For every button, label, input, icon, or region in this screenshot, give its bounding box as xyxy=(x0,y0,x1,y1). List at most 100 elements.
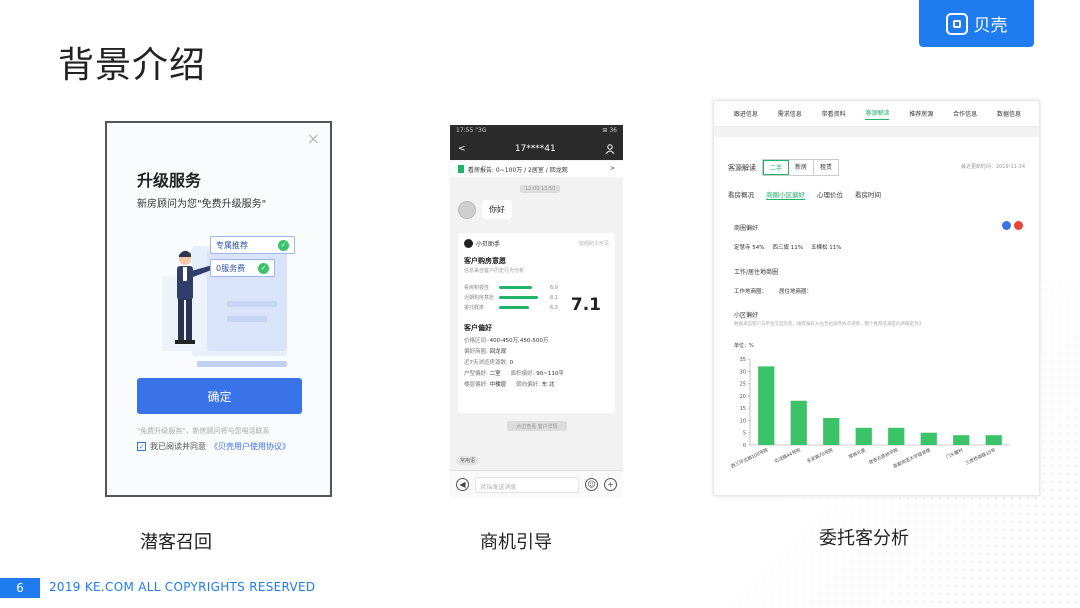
x-tick-label: 西三环北路100号院 xyxy=(730,446,770,469)
person-icon[interactable] xyxy=(605,144,615,154)
analysis-subtab[interactable]: 看房概况 xyxy=(728,189,754,200)
back-icon[interactable]: < xyxy=(458,144,466,154)
pref-title: 客户偏好 xyxy=(464,324,492,332)
chart-bar xyxy=(758,366,775,445)
chevron-right-icon: > xyxy=(609,165,615,172)
metric-value: 6.9 xyxy=(550,284,558,291)
house-report-bar[interactable]: 看房报告: 0~100万 / 2居室 / 回龙观 > xyxy=(450,161,623,177)
segment-option[interactable]: 二手 xyxy=(763,160,790,175)
work-title: 工作/居住地商圈 xyxy=(734,269,779,276)
chart-unit: 单位：% xyxy=(734,343,754,349)
upgrade-service-dialog: × 升级服务 新房顾问为您"免费升级服务" 专属推荐 ✓ 0服务费 ✓ 确定 "… xyxy=(105,121,332,497)
x-tick-label: 翠微北里 xyxy=(847,446,867,460)
chart-bar xyxy=(855,427,872,445)
analysis-tab[interactable]: 数据信息 xyxy=(997,109,1021,118)
analysis-subtab[interactable]: 看房时间 xyxy=(855,189,881,200)
status-time: 17:55 "3G xyxy=(456,127,487,134)
segment-option[interactable]: 新房 xyxy=(789,160,815,175)
analysis-tab[interactable]: 跟进信息 xyxy=(734,109,758,118)
community-pref-title: 小区偏好 xyxy=(734,312,759,319)
metric-value: 8.1 xyxy=(550,294,558,301)
assistant-card: 小贝助手 仅经纪人可见 客户购房意愿 信息来自客户历史行为分析 看房积极性 6.9… xyxy=(458,233,615,413)
document-icon xyxy=(458,165,464,173)
status-right: ⊞ 36 xyxy=(602,127,617,134)
beike-logo-icon xyxy=(945,12,968,35)
biz-pref-title: 商圈偏好 xyxy=(734,225,759,232)
pref-list: 价格区间: 400-450万,450-500万 偏好商圈: 回龙观 近7天浏览房源数… xyxy=(464,336,609,388)
chart-bar xyxy=(953,435,970,445)
updated-time: 最近更新时间：2019-11-14 xyxy=(960,164,1025,170)
caption-potential-recall: 潜客召回 xyxy=(140,532,212,553)
analysis-tab[interactable]: 带看资料 xyxy=(822,109,846,118)
y-tick-label: 25 xyxy=(740,382,746,388)
assistant-icon xyxy=(464,239,473,248)
pref-value: 回龙观 xyxy=(489,349,507,355)
chart-bar xyxy=(790,400,807,445)
x-tick-label: 北洼路44号院 xyxy=(773,446,802,464)
pref-label: 偏好商圈: xyxy=(464,349,488,355)
chart-bar xyxy=(985,435,1002,445)
pref-row: 价格区间: 400-450万,450-500万 xyxy=(464,336,609,344)
pref-label: 朝向偏好: xyxy=(516,382,540,388)
voice-icon[interactable]: ◀ xyxy=(456,478,469,491)
quick-phrase-tag[interactable]: 常用语 xyxy=(456,456,480,465)
message-input[interactable]: 对Ta发送消息 xyxy=(475,476,579,493)
caption-business-guide: 商机引导 xyxy=(480,532,552,553)
y-tick-label: 0 xyxy=(743,443,746,449)
beike-logo: 贝壳 xyxy=(919,0,1034,47)
y-tick-label: 30 xyxy=(740,369,746,375)
biz-pref-item: 西三旗 11% xyxy=(772,245,803,251)
x-tick-label: 门头馨村 xyxy=(945,446,965,460)
exclusive-recommend-card: 专属推荐 ✓ xyxy=(210,236,295,254)
analysis-subtabs: 看房概况 商圈小区偏好 心理价位 看房时间 xyxy=(728,189,881,200)
customer-analysis-panel: 跟进信息 需求信息 带看资料 客源解读 推荐房源 合作信息 数据信息 客源解读 二手 新房 租赁… xyxy=(713,100,1040,496)
message-input-bar: ◀ 对Ta发送消息 ☺ + xyxy=(450,470,623,498)
chat-nav-bar: < 17****41 xyxy=(450,138,623,160)
chart-bar xyxy=(888,427,905,445)
header-label: 客源解读 xyxy=(728,163,756,172)
red-badge-icon xyxy=(1014,221,1023,230)
analysis-subtab[interactable]: 商圈小区偏好 xyxy=(766,189,805,200)
chat-screen: 17:55 "3G ⊞ 36 < 17****41 看房报告: 0~100万 /… xyxy=(450,125,623,498)
analysis-tab[interactable]: 推荐房源 xyxy=(909,109,933,118)
emoji-icon[interactable]: ☺ xyxy=(585,478,598,491)
check-circle-icon: ✓ xyxy=(258,262,269,274)
pref-label: 近7天浏览房源数: xyxy=(464,360,508,366)
biz-pref-item: 五棵松 11% xyxy=(810,245,842,251)
report-text: 看房报告: 0~100万 / 2居室 / 回龙观 xyxy=(468,166,568,174)
analysis-tab[interactable]: 合作信息 xyxy=(953,109,977,118)
metric-label: 近期购房意愿 xyxy=(464,295,495,301)
blue-badge-icon xyxy=(1002,221,1011,230)
avatar[interactable] xyxy=(458,200,476,219)
metric-value: 6.3 xyxy=(550,304,558,311)
analysis-tab[interactable]: 需求信息 xyxy=(778,109,802,118)
view-customer-button[interactable]: 点击查看 客户详情 xyxy=(507,421,567,431)
x-tick-label: 誉苍石景林学院 xyxy=(868,446,900,466)
slide-title: 背景介绍 xyxy=(58,45,207,86)
work-values: 工作地商圈： 居住地商圈： xyxy=(734,287,812,295)
assistant-name: 小贝助手 xyxy=(476,241,501,248)
pref-value: 400-450万,450-500万 xyxy=(489,338,549,344)
biz-pref-values: 定慧寺 54% 西三旗 11% 五棵松 11% xyxy=(734,243,841,251)
pref-pair-row: 户型偏好: 二室 面积偏好: 90~110平 xyxy=(464,369,609,377)
logo-text: 贝壳 xyxy=(973,16,1008,36)
analysis-header: 客源解读 二手 新房 租赁 xyxy=(728,159,840,176)
chart-bar xyxy=(823,417,840,445)
x-tick-label: 首都师范大学宿舍楼 xyxy=(892,446,932,470)
x-tick-label: 三虎桥南路10号 xyxy=(964,446,997,466)
analysis-tab[interactable]: 客源解读 xyxy=(865,108,890,120)
dialog-title: 升级服务 xyxy=(137,171,202,190)
pref-row: 偏好商圈: 回龙观 xyxy=(464,347,609,355)
agreement-checkbox[interactable]: ✓ xyxy=(137,442,146,451)
metric-bar xyxy=(499,296,538,299)
metric-label: 看房积极性 xyxy=(464,285,490,291)
metric-label: 委托概率 xyxy=(464,305,485,311)
confirm-button[interactable]: 确定 xyxy=(137,378,302,414)
segment-option[interactable]: 租赁 xyxy=(814,160,838,175)
close-icon[interactable]: × xyxy=(307,129,320,148)
type-segment: 二手 新房 租赁 xyxy=(762,159,840,176)
plus-icon[interactable]: + xyxy=(604,478,617,491)
y-tick-label: 20 xyxy=(740,394,746,400)
analysis-subtab[interactable]: 心理价位 xyxy=(817,189,843,200)
agreement-link[interactable]: 《贝壳用户使用协议》 xyxy=(210,441,290,452)
